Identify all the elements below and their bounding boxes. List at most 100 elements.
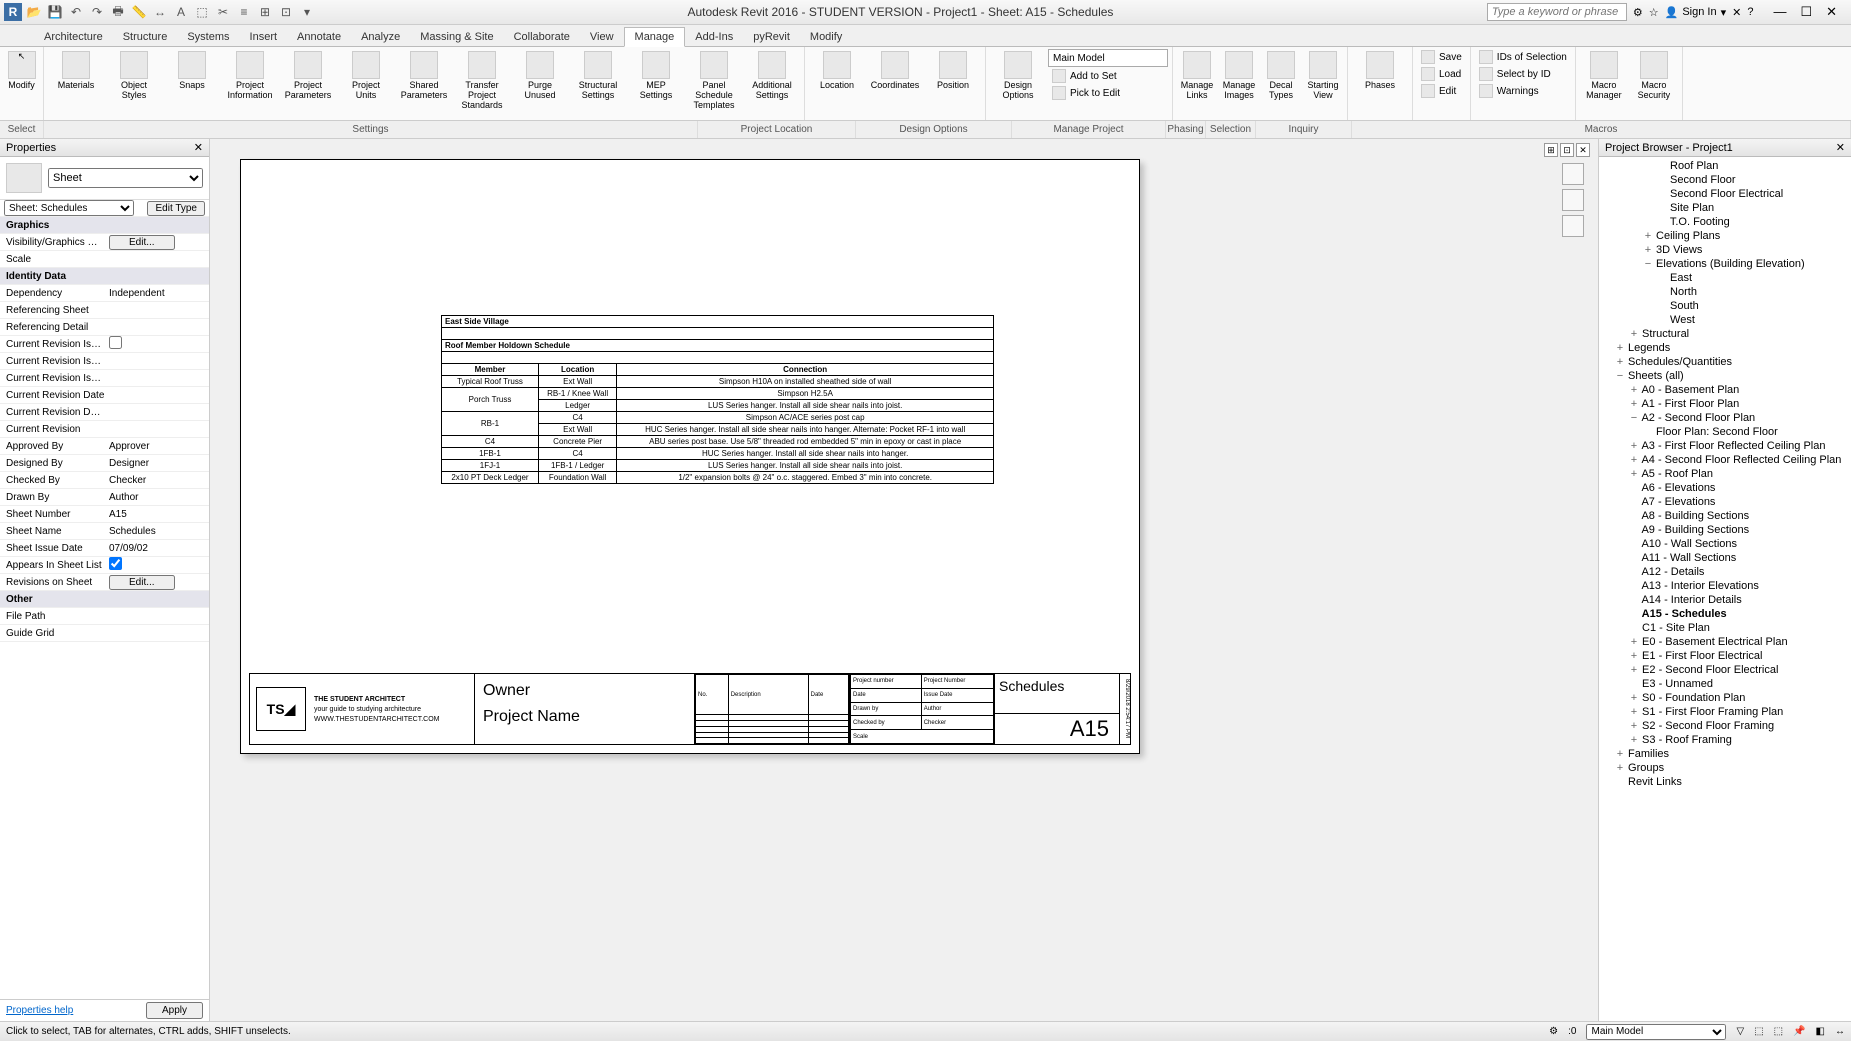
expand-icon[interactable]: + <box>1615 748 1625 760</box>
expand-icon[interactable]: + <box>1615 342 1625 354</box>
tree-node[interactable]: A9 - Building Sections <box>1601 523 1849 537</box>
close-hidden-icon[interactable]: ⊞ <box>256 3 274 21</box>
project-button[interactable]: ProjectUnits <box>338 49 394 101</box>
pick-to-edit-button[interactable]: Pick to Edit <box>1048 85 1168 101</box>
tree-node[interactable]: + A4 - Second Floor Reflected Ceiling Pl… <box>1601 453 1849 467</box>
tree-node[interactable]: + S0 - Foundation Plan <box>1601 691 1849 705</box>
tree-node[interactable]: + A5 - Roof Plan <box>1601 467 1849 481</box>
expand-icon[interactable]: + <box>1629 328 1639 340</box>
expand-icon[interactable]: + <box>1615 762 1625 774</box>
tree-node[interactable]: + E1 - First Floor Electrical <box>1601 649 1849 663</box>
tree-node[interactable]: North <box>1601 285 1849 299</box>
expand-icon[interactable]: + <box>1643 244 1653 256</box>
drawing-canvas[interactable]: ⊞ ⊡ ✕ East Side Village Roof Member Hold… <box>210 139 1598 1021</box>
property-value[interactable] <box>105 557 209 573</box>
tree-node[interactable]: A12 - Details <box>1601 565 1849 579</box>
properties-section-other[interactable]: Other <box>0 591 209 608</box>
property-row[interactable]: Appears In Sheet List <box>0 557 209 574</box>
tree-node[interactable]: South <box>1601 299 1849 313</box>
property-value[interactable]: Edit... <box>105 235 209 250</box>
property-value[interactable]: Checker <box>105 475 209 486</box>
property-row[interactable]: Current Revision Issued <box>0 336 209 353</box>
tree-node[interactable]: Second Floor Electrical <box>1601 187 1849 201</box>
tree-node[interactable]: A14 - Interior Details <box>1601 593 1849 607</box>
app-menu-icon[interactable]: R <box>4 3 22 21</box>
open-icon[interactable]: 📂 <box>25 3 43 21</box>
zoom-icon[interactable] <box>1562 189 1584 211</box>
property-row[interactable]: Checked ByChecker <box>0 472 209 489</box>
property-row[interactable]: Current Revision Des... <box>0 404 209 421</box>
tree-node[interactable]: + 3D Views <box>1601 243 1849 257</box>
tree-node[interactable]: + E0 - Basement Electrical Plan <box>1601 635 1849 649</box>
ribbon-tab-massingsite[interactable]: Massing & Site <box>410 28 503 46</box>
expand-icon[interactable]: − <box>1629 412 1639 424</box>
properties-section-identitydata[interactable]: Identity Data <box>0 268 209 285</box>
tree-node[interactable]: + A3 - First Floor Reflected Ceiling Pla… <box>1601 439 1849 453</box>
add-to-set-button[interactable]: Add to Set <box>1048 68 1168 84</box>
ribbon-tab-analyze[interactable]: Analyze <box>351 28 410 46</box>
select-face-icon[interactable]: ◧ <box>1816 1026 1825 1037</box>
decal-button[interactable]: DecalTypes <box>1261 49 1301 101</box>
type-selector-dropdown[interactable]: Sheet <box>48 168 203 188</box>
help-icon[interactable]: ? <box>1747 6 1753 18</box>
expand-icon[interactable]: + <box>1629 734 1639 746</box>
property-value[interactable]: Approver <box>105 441 209 452</box>
expand-icon[interactable]: + <box>1629 454 1639 466</box>
ribbon-tab-structure[interactable]: Structure <box>113 28 178 46</box>
expand-icon[interactable]: + <box>1629 706 1639 718</box>
expand-icon[interactable]: + <box>1615 356 1625 368</box>
ribbon-tab-collaborate[interactable]: Collaborate <box>504 28 580 46</box>
favorites-icon[interactable]: ☆ <box>1649 6 1659 19</box>
ribbon-tab-pyrevit[interactable]: pyRevit <box>743 28 800 46</box>
modify-button[interactable]: ↖Modify <box>0 49 50 91</box>
ribbon-tab-architecture[interactable]: Architecture <box>34 28 113 46</box>
worksets-icon[interactable]: ⚙ <box>1549 1026 1558 1037</box>
property-value[interactable]: Independent <box>105 288 209 299</box>
edit-selection-button[interactable]: Edit <box>1417 83 1466 99</box>
expand-icon[interactable]: − <box>1615 370 1625 382</box>
design-option-combo[interactable]: Main Model <box>1048 49 1168 67</box>
thin-lines-icon[interactable]: ≡ <box>235 3 253 21</box>
macro-button[interactable]: MacroSecurity <box>1630 49 1678 101</box>
tree-node[interactable]: + Structural <box>1601 327 1849 341</box>
property-row[interactable]: Sheet NumberA15 <box>0 506 209 523</box>
tree-node[interactable]: A13 - Interior Elevations <box>1601 579 1849 593</box>
manage-button[interactable]: ManageImages <box>1219 49 1259 101</box>
property-row[interactable]: Current Revision Issu... <box>0 370 209 387</box>
property-row[interactable]: Drawn ByAuthor <box>0 489 209 506</box>
starting-button[interactable]: StartingView <box>1303 49 1343 101</box>
apply-button[interactable]: Apply <box>146 1002 203 1019</box>
load-selection-button[interactable]: Load <box>1417 66 1466 82</box>
tree-node[interactable]: A10 - Wall Sections <box>1601 537 1849 551</box>
ribbon-tab-modify[interactable]: Modify <box>800 28 852 46</box>
select-pinned-icon[interactable]: 📌 <box>1793 1026 1805 1037</box>
property-row[interactable]: Current Revision <box>0 421 209 438</box>
close-icon[interactable]: ✕ <box>1826 4 1837 20</box>
search-input[interactable] <box>1487 3 1627 21</box>
additional-button[interactable]: AdditionalSettings <box>744 49 800 101</box>
expand-icon[interactable]: + <box>1629 384 1639 396</box>
tree-node[interactable]: Revit Links <box>1601 775 1849 789</box>
tree-node[interactable]: + S1 - First Floor Framing Plan <box>1601 705 1849 719</box>
tree-node[interactable]: + A0 - Basement Plan <box>1601 383 1849 397</box>
subscription-icon[interactable]: ⚙ <box>1633 6 1643 19</box>
tree-node[interactable]: T.O. Footing <box>1601 215 1849 229</box>
ribbon-tab-manage[interactable]: Manage <box>624 27 686 47</box>
home-icon[interactable] <box>1562 163 1584 185</box>
expand-icon[interactable]: + <box>1629 398 1639 410</box>
expand-icon[interactable]: + <box>1629 440 1639 452</box>
tree-node[interactable]: + S2 - Second Floor Framing <box>1601 719 1849 733</box>
edit-button[interactable]: Edit... <box>109 575 175 590</box>
property-row[interactable]: Visibility/Graphics Ov...Edit... <box>0 234 209 251</box>
tree-node[interactable]: Roof Plan <box>1601 159 1849 173</box>
macro-button[interactable]: MacroManager <box>1580 49 1628 101</box>
save-icon[interactable]: 💾 <box>46 3 64 21</box>
expand-icon[interactable]: + <box>1629 636 1639 648</box>
tree-node[interactable]: A8 - Building Sections <box>1601 509 1849 523</box>
property-row[interactable]: Approved ByApprover <box>0 438 209 455</box>
print-icon[interactable]: 🖶 <box>109 3 127 21</box>
ids-of-selection-button[interactable]: IDs of Selection <box>1475 49 1571 65</box>
tree-node[interactable]: + Groups <box>1601 761 1849 775</box>
tree-node[interactable]: + Schedules/Quantities <box>1601 355 1849 369</box>
dropdown-icon[interactable]: ▾ <box>298 3 316 21</box>
